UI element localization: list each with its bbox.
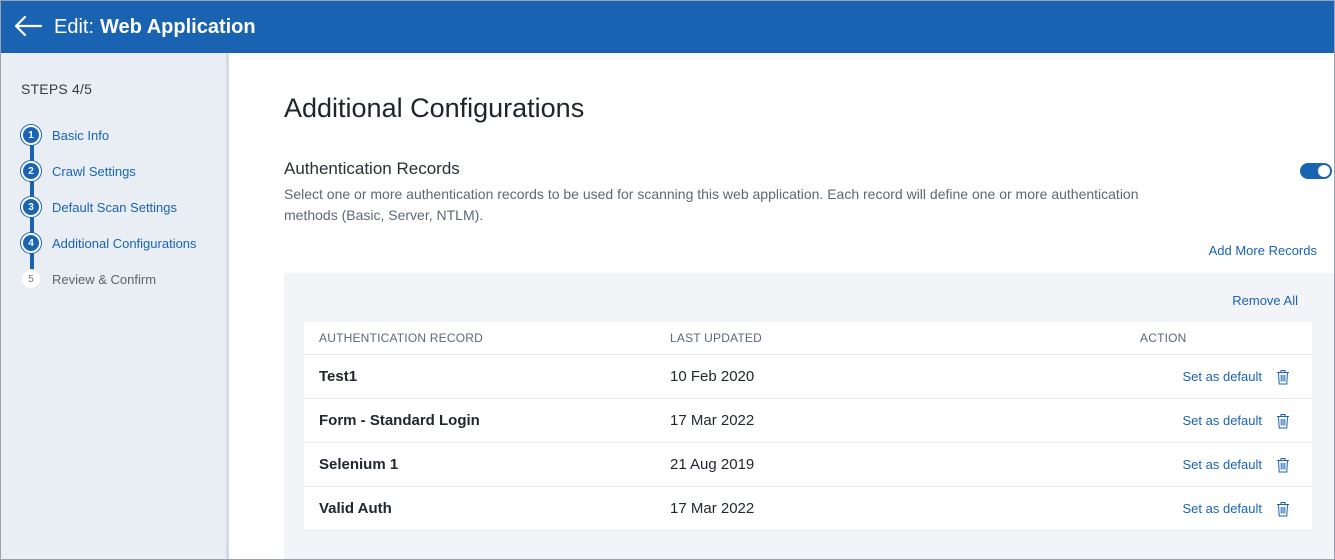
step-label: Default Scan Settings <box>52 199 178 215</box>
step-number: 1 <box>21 125 41 145</box>
section-title: Authentication Records <box>284 159 460 178</box>
record-date: 17 Mar 2022 <box>670 412 755 429</box>
record-date: 10 Feb 2020 <box>670 368 755 385</box>
step-label: Basic Info <box>52 127 110 143</box>
step-review-confirm[interactable]: 5 Review & Confirm <box>21 269 156 289</box>
table-row: Form - Standard Login 17 Mar 2022 Set as… <box>304 399 1312 443</box>
column-header-last-updated: Last Updated <box>670 331 762 345</box>
add-more-records-link[interactable]: Add More Records <box>1209 243 1317 258</box>
trash-icon[interactable] <box>1276 413 1290 429</box>
trash-icon[interactable] <box>1276 369 1290 385</box>
column-header-record: Authentication Record <box>319 331 483 345</box>
header-prefix: Edit: <box>54 16 95 38</box>
step-number: 4 <box>21 233 41 253</box>
header-title: Web Application <box>100 16 256 38</box>
back-arrow-icon[interactable] <box>13 13 43 39</box>
set-as-default-link[interactable]: Set as default <box>1183 501 1263 516</box>
row-actions: Set as default <box>1140 501 1312 517</box>
table-header: Authentication Record Last Updated Actio… <box>304 322 1312 355</box>
record-name: Valid Auth <box>319 500 392 517</box>
section-description: Select one or more authentication record… <box>284 186 1139 223</box>
record-name: Test1 <box>319 368 358 385</box>
remove-all-link[interactable]: Remove All <box>1232 293 1298 308</box>
step-additional-configurations[interactable]: 4 Additional Configurations <box>21 233 197 253</box>
page-title: Additional Configurations <box>284 93 585 123</box>
column-header-action: Action <box>1140 331 1187 345</box>
steps-progress-label: STEPS 4/5 <box>21 81 93 97</box>
step-label: Review & Confirm <box>52 271 157 287</box>
row-actions: Set as default <box>1140 369 1312 385</box>
row-actions: Set as default <box>1140 457 1312 473</box>
authentication-records-table: Authentication Record Last Updated Actio… <box>304 322 1312 531</box>
step-label: Additional Configurations <box>52 235 197 251</box>
record-date: 17 Mar 2022 <box>670 500 755 517</box>
toggle-knob <box>1318 165 1330 177</box>
record-name: Selenium 1 <box>319 456 399 473</box>
record-date: 21 Aug 2019 <box>670 456 755 473</box>
authentication-records-toggle[interactable] <box>1300 163 1332 179</box>
step-number: 3 <box>21 197 41 217</box>
table-row: Test1 10 Feb 2020 Set as default <box>304 355 1312 399</box>
table-row: Valid Auth 17 Mar 2022 Set as default <box>304 487 1312 531</box>
row-actions: Set as default <box>1140 413 1312 429</box>
table-row: Selenium 1 21 Aug 2019 Set as default <box>304 443 1312 487</box>
set-as-default-link[interactable]: Set as default <box>1183 413 1263 428</box>
set-as-default-link[interactable]: Set as default <box>1183 369 1263 384</box>
set-as-default-link[interactable]: Set as default <box>1183 457 1263 472</box>
step-number: 2 <box>21 161 41 181</box>
trash-icon[interactable] <box>1276 457 1290 473</box>
page-header-title: Edit: Web Application <box>54 15 256 39</box>
app-window: Edit: Web Application STEPS 4/5 1 Basic I… <box>0 0 1335 560</box>
header-bar: Edit: Web Application <box>1 1 1334 53</box>
records-panel: Remove All Authentication Record Last Up… <box>284 273 1334 559</box>
step-label: Crawl Settings <box>52 163 136 179</box>
trash-icon[interactable] <box>1276 501 1290 517</box>
step-crawl-settings[interactable]: 2 Crawl Settings <box>21 161 136 181</box>
step-basic-info[interactable]: 1 Basic Info <box>21 125 109 145</box>
step-default-scan-settings[interactable]: 3 Default Scan Settings <box>21 197 177 217</box>
record-name: Form - Standard Login <box>319 412 480 429</box>
step-number: 5 <box>21 269 41 289</box>
main-content: Additional Configurations Authentication… <box>232 53 1334 559</box>
steps-sidebar: STEPS 4/5 1 Basic Info 2 Crawl Settings … <box>1 53 229 559</box>
